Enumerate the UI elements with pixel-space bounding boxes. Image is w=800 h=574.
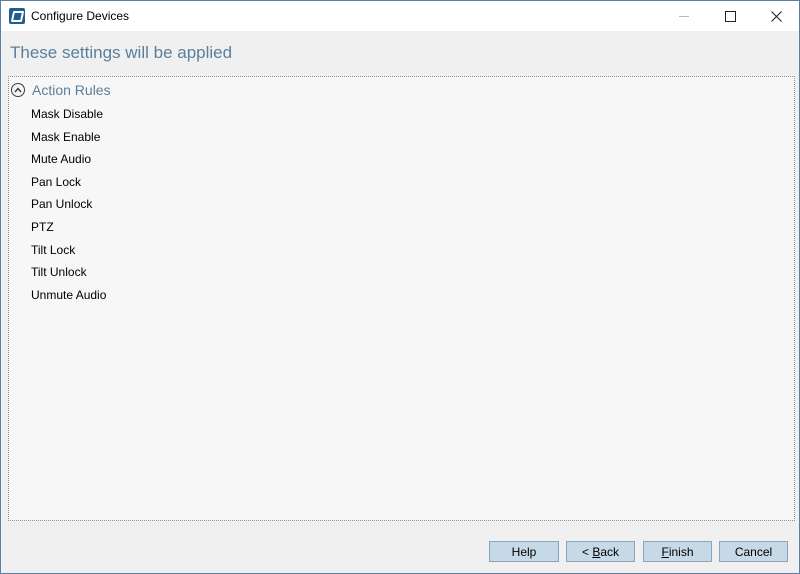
footer-bar: Help < Back Finish Cancel <box>1 528 799 573</box>
back-mnemonic: B <box>592 544 601 559</box>
maximize-button[interactable] <box>707 1 753 31</box>
back-label-rest: ack <box>600 544 620 559</box>
minimize-button[interactable] <box>661 1 707 31</box>
list-item: Mask Disable <box>31 107 104 121</box>
cancel-button[interactable]: Cancel <box>719 541 788 562</box>
app-icon <box>9 8 25 24</box>
chevron-up-icon <box>14 87 22 93</box>
window-title: Configure Devices <box>31 9 130 23</box>
list-item: Mute Audio <box>31 152 92 167</box>
back-button[interactable]: < Back <box>566 541 635 562</box>
help-button[interactable]: Help <box>489 541 559 562</box>
chevron-up-circle-icon[interactable] <box>11 83 25 97</box>
configure-devices-window: Configure Devices These settings will be… <box>0 0 800 574</box>
section-title: Action Rules <box>32 82 111 98</box>
finish-mnemonic: F <box>661 544 669 559</box>
close-icon <box>770 10 782 22</box>
back-prefix: < <box>581 544 593 559</box>
list-item: Pan Lock <box>31 174 82 189</box>
section-header-action-rules[interactable]: Action Rules <box>11 80 111 100</box>
list-item: PTZ <box>31 219 54 234</box>
action-rules-list: Mask Disable Mask Enable Mute Audio Pan … <box>31 103 106 306</box>
settings-summary-panel: Action Rules Mask Disable Mask Enable Mu… <box>8 76 795 521</box>
page-heading: These settings will be applied <box>10 43 233 62</box>
list-item: Tilt Unlock <box>31 265 87 280</box>
finish-button[interactable]: Finish <box>643 541 712 562</box>
minimize-icon <box>679 15 689 17</box>
list-item: Tilt Lock <box>31 242 76 257</box>
finish-label-rest: inish <box>668 544 694 559</box>
maximize-icon <box>724 10 736 22</box>
title-bar[interactable]: Configure Devices <box>1 1 799 31</box>
close-button[interactable] <box>753 1 799 31</box>
list-item: Unmute Audio <box>31 287 107 302</box>
list-item: Mask Enable <box>31 129 101 144</box>
list-item: Pan Unlock <box>31 197 93 212</box>
